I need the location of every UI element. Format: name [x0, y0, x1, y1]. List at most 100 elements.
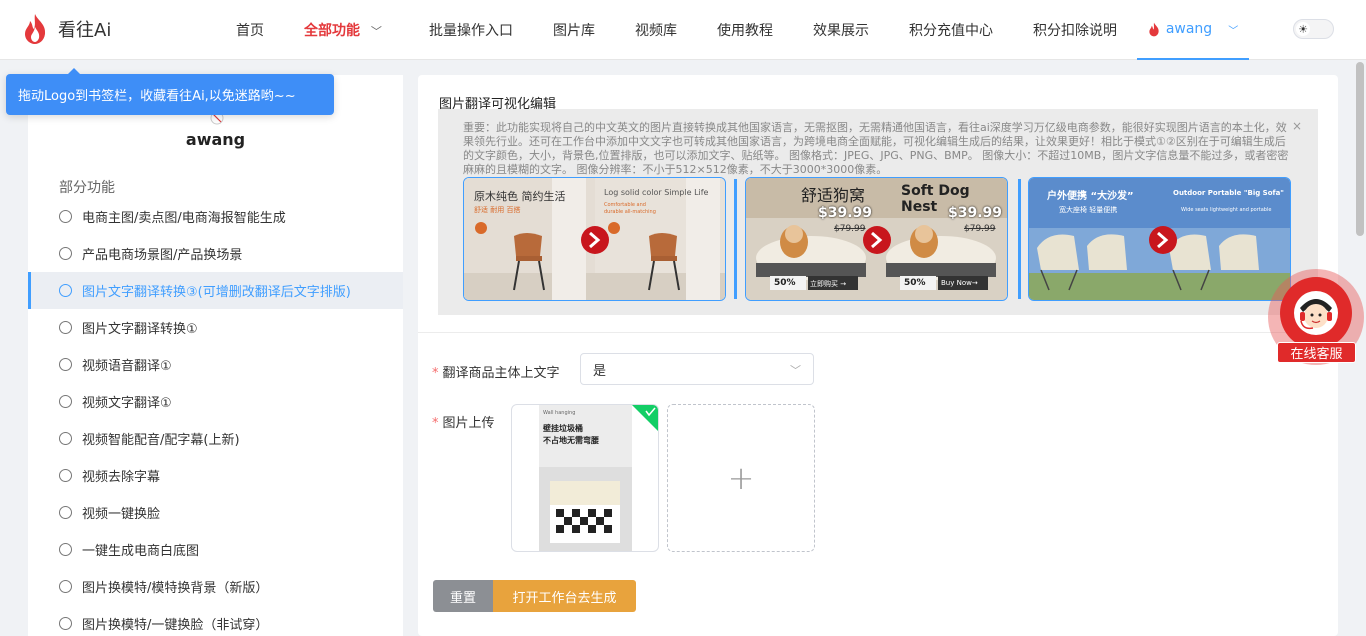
field-translate-label: * 翻译商品主体上文字	[432, 362, 560, 381]
radio-icon	[59, 321, 72, 334]
nav-image-library[interactable]: 图片库	[553, 20, 595, 40]
demo-text: 宽大座椅 轻量便携	[1059, 206, 1118, 214]
notice-box: 重要：此功能实现将自己的中文英文的图片直接转换成其他国家语言，无需抠图，无需精通…	[438, 109, 1318, 315]
sidebar-item-label: 图片文字翻译转换③(可增删改翻译后文字排版)	[82, 285, 351, 300]
sidebar-item-video-dubbing[interactable]: 视频智能配音/配字幕(上新)	[28, 420, 403, 457]
thumb-text: 壁挂垃圾桶	[543, 424, 583, 433]
sidebar-item-video-remove-subtitle[interactable]: 视频去除字幕	[28, 457, 403, 494]
open-workbench-button[interactable]: 打开工作台去生成	[493, 580, 636, 612]
main-panel: 图片翻译可视化编辑 重要：此功能实现将自己的中文英文的图片直接转换成其他国家语言…	[418, 75, 1338, 636]
uploaded-image-thumb[interactable]: Wall hanging 壁挂垃圾桶 不占地无需弯腰	[511, 404, 659, 552]
demo-text: 50%	[904, 278, 926, 288]
demo-text: Outdoor Portable "Big Sofa"	[1173, 189, 1284, 197]
top-navbar: 看往Ai 首页 全部功能 ﹀ 批量操作入口 图片库 视频库 使用教程 效果展示 …	[0, 0, 1366, 60]
sidebar-user-name: awang	[185, 130, 246, 149]
nav-showcase[interactable]: 效果展示	[813, 20, 869, 40]
nav-home[interactable]: 首页	[236, 20, 264, 40]
logo-text: 看往Ai	[58, 20, 112, 41]
demo-text: Buy Now→	[941, 279, 978, 287]
nav-batch[interactable]: 批量操作入口	[429, 20, 513, 40]
online-service-widget[interactable]: 在线客服	[1268, 269, 1364, 365]
sidebar-item-label: 图片文字翻译转换①	[82, 322, 198, 337]
sidebar-item-video-voice-translate[interactable]: 视频语音翻译①	[28, 346, 403, 383]
demo-text: $79.99	[964, 224, 996, 234]
field-upload-label: * 图片上传	[432, 412, 495, 431]
sidebar-item-label: 视频去除字幕	[82, 470, 161, 485]
page-scrollbar[interactable]	[1356, 62, 1364, 236]
sidebar-item-ecommerce-poster[interactable]: 电商主图/卖点图/电商海报智能生成	[28, 198, 403, 235]
sidebar-item-image-translate-3[interactable]: 图片文字翻译转换③(可增删改翻译后文字排版)	[28, 272, 403, 309]
section-title: 部分功能	[59, 180, 115, 196]
radio-icon	[59, 543, 72, 556]
demo-text: 50%	[774, 278, 796, 288]
nav-tutorial[interactable]: 使用教程	[717, 20, 773, 40]
demo-image-dog: 舒适狗窝 $39.99 $79.99 Soft Dog Nest $39.99 …	[745, 177, 1008, 301]
demo-image-chair: 原木纯色 简约生活 舒适 耐用 百搭 Log solid color Simpl…	[463, 177, 726, 301]
nav-all-features-label: 全部功能	[304, 23, 360, 39]
headset-agent-icon	[1294, 291, 1338, 335]
demo-text: Log solid color Simple Life	[604, 188, 709, 197]
reset-button[interactable]: 重置	[433, 580, 493, 612]
sidebar-item-model-face-swap[interactable]: 图片换模特/一键换脸（非试穿）	[28, 605, 403, 636]
demo-text: 户外便携 “大沙发”	[1047, 191, 1134, 202]
theme-toggle[interactable]: ☀	[1293, 19, 1334, 39]
field-label-text: 图片上传	[442, 416, 495, 431]
plus-icon: +	[727, 459, 755, 497]
demo-text: 舒适狗窝	[801, 186, 866, 205]
user-name: awang	[1165, 21, 1213, 37]
select-value: 是	[593, 363, 607, 379]
service-label: 在线客服	[1277, 342, 1356, 363]
nav-all-features[interactable]: 全部功能 ﹀	[304, 20, 382, 40]
sidebar-item-label: 电商主图/卖点图/电商海报智能生成	[82, 211, 286, 226]
sidebar-item-video-face-swap[interactable]: 视频一键换脸	[28, 494, 403, 531]
radio-icon	[59, 358, 72, 371]
bookmark-tooltip: 拖动Logo到书签栏，收藏看往Ai,以免迷路哟~~	[6, 68, 334, 115]
demo-divider	[1018, 179, 1021, 299]
sidebar-item-model-background[interactable]: 图片换模特/模特换背景（新版）	[28, 568, 403, 605]
sidebar-item-video-text-translate[interactable]: 视频文字翻译①	[28, 383, 403, 420]
demo-text: 立即购买 →	[810, 280, 847, 288]
demo-text: durable all-matching	[604, 209, 656, 215]
flame-icon	[1149, 22, 1159, 36]
radio-icon	[59, 432, 72, 445]
radio-icon	[59, 617, 72, 630]
upload-add-button[interactable]: +	[667, 404, 815, 552]
uploaded-image	[539, 405, 658, 551]
user-menu[interactable]: awang ﹀	[1137, 0, 1249, 60]
demo-text: $79.99	[834, 224, 866, 234]
service-avatar	[1280, 277, 1352, 349]
nav-deduction[interactable]: 积分扣除说明	[1033, 20, 1117, 40]
radio-icon	[59, 506, 72, 519]
demo-text: $39.99	[948, 205, 1003, 221]
demo-text: $39.99	[818, 205, 873, 221]
nav-video-library[interactable]: 视频库	[635, 20, 677, 40]
required-star: *	[432, 366, 439, 381]
radio-icon	[59, 210, 72, 223]
sidebar-item-label: 视频语音翻译①	[82, 359, 172, 374]
radio-icon	[59, 580, 72, 593]
logo[interactable]: 看往Ai	[22, 13, 111, 45]
nav-recharge[interactable]: 积分充值中心	[909, 20, 993, 40]
radio-icon	[59, 469, 72, 482]
sidebar-item-white-background[interactable]: 一键生成电商白底图	[28, 531, 403, 568]
demo-divider	[734, 179, 737, 299]
sidebar-item-label: 图片换模特/一键换脸（非试穿）	[82, 618, 269, 633]
sidebar-item-label: 产品电商场景图/产品换场景	[82, 248, 243, 263]
close-icon[interactable]: ×	[1292, 119, 1302, 133]
required-star: *	[432, 416, 439, 431]
demo-text: 舒适 耐用 百搭	[474, 206, 521, 214]
thumb-text: Wall hanging	[543, 410, 576, 416]
demo-image-outdoor: 户外便携 “大沙发” 宽大座椅 轻量便携 Outdoor Portable "B…	[1028, 177, 1291, 301]
translate-select[interactable]: 是 ﹀	[580, 353, 814, 385]
chevron-down-icon: ﹀	[790, 364, 801, 377]
sidebar-item-label: 一键生成电商白底图	[82, 544, 200, 559]
notice-text: 重要：此功能实现将自己的中文英文的图片直接转换成其他国家语言，无需抠图，无需精通…	[463, 121, 1289, 176]
demo-text: Comfortable and	[604, 202, 646, 208]
sidebar-item-image-translate-1[interactable]: 图片文字翻译转换①	[28, 309, 403, 346]
sidebar-item-label: 视频智能配音/配字幕(上新)	[82, 433, 240, 448]
sidebar-item-product-scene[interactable]: 产品电商场景图/产品换场景	[28, 235, 403, 272]
chevron-down-icon: ﹀	[1228, 25, 1239, 37]
demo-text: Wide seats lightweight and portable	[1181, 207, 1272, 213]
field-label-text: 翻译商品主体上文字	[442, 366, 560, 381]
sidebar-item-label: 视频一键换脸	[82, 507, 161, 522]
